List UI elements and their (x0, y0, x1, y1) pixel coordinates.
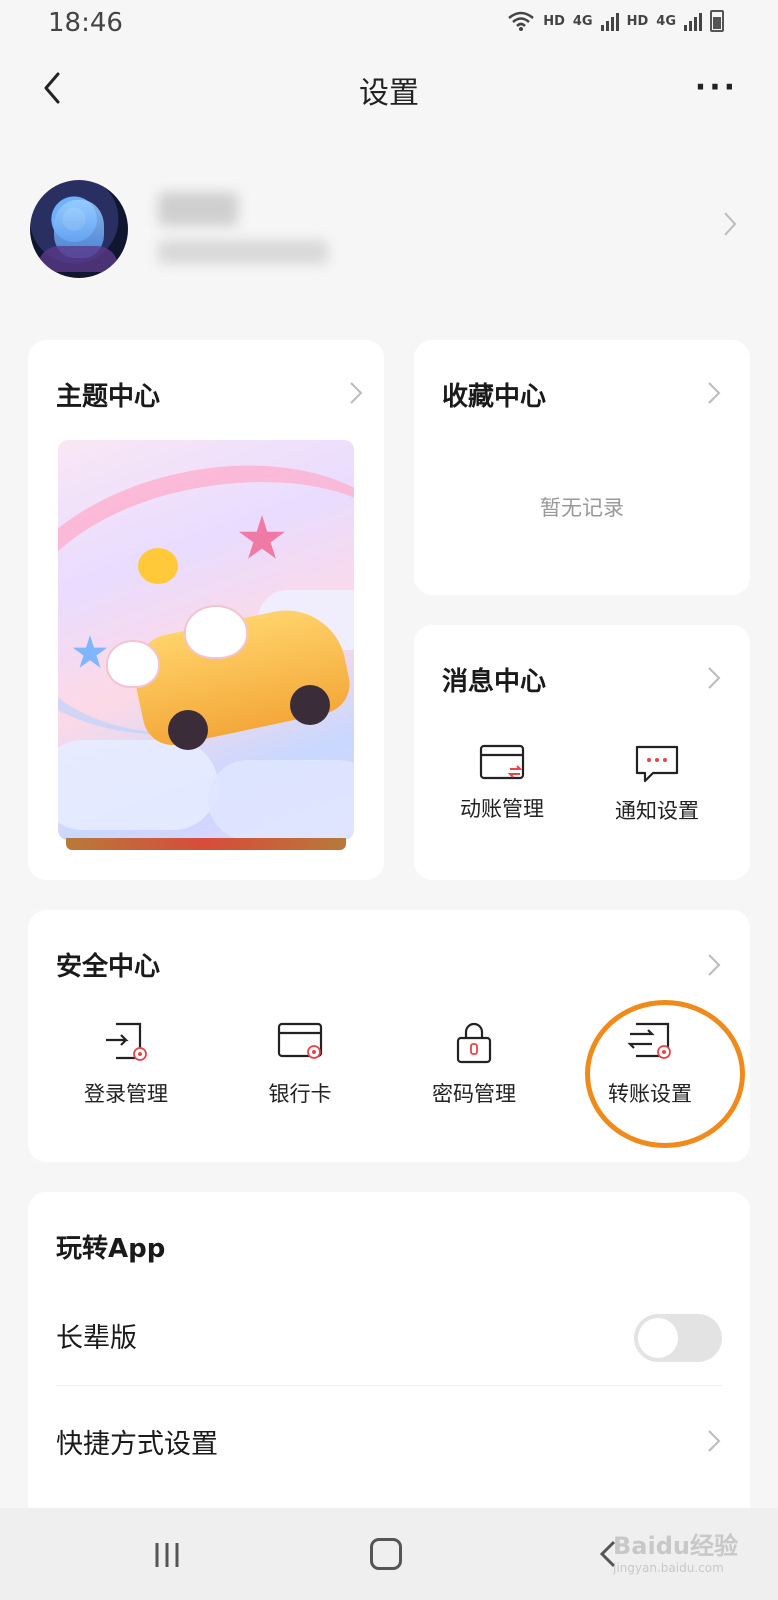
avatar[interactable] (30, 180, 128, 278)
play-app-title: 玩转App (56, 1234, 166, 1264)
elder-mode-toggle[interactable] (634, 1314, 722, 1362)
recent-apps-icon (155, 1543, 179, 1567)
signal-gen-1: 4G (572, 13, 593, 29)
chevron-right-icon[interactable] (706, 952, 722, 978)
login-icon (106, 1022, 147, 1061)
theme-preview-strip (66, 838, 346, 850)
watermark: Baidu经验 jingyan.baidu.com (613, 1526, 738, 1575)
play-app-card: 玩转App 长辈版 快捷方式设置 (28, 1192, 750, 1522)
chevron-right-icon (722, 210, 738, 242)
home-button[interactable] (370, 1538, 402, 1570)
message-center-title[interactable]: 消息中心 (442, 661, 546, 698)
status-icons: HD 4G HD 4G (507, 10, 724, 32)
bank-card-item[interactable]: 银行卡 (220, 1020, 380, 1108)
wifi-icon (508, 11, 535, 31)
lock-icon (456, 1022, 492, 1064)
header: 设置 ··· (0, 60, 778, 116)
page-title: 设置 (359, 76, 419, 111)
watermark-sub: jingyan.baidu.com (613, 1561, 724, 1575)
username-blurred (158, 192, 238, 226)
shortcut-settings-row[interactable]: 快捷方式设置 (56, 1388, 722, 1492)
favorites-center-title: 收藏中心 (442, 382, 547, 412)
battery-icon (710, 10, 724, 32)
theme-center-card[interactable]: 主题中心 (28, 340, 384, 880)
transaction-management-label: 动账管理 (460, 797, 544, 821)
transaction-management-item[interactable]: 动账管理 (442, 743, 562, 823)
status-time: 18:46 (48, 8, 123, 38)
shortcut-settings-label: 快捷方式设置 (56, 1429, 218, 1460)
bank-card-label: 银行卡 (268, 1082, 332, 1106)
message-center-card: 消息中心 动账管理 通知设置 (414, 625, 750, 880)
favorites-center-card[interactable]: 收藏中心 暂无记录 (414, 340, 750, 595)
notification-settings-label: 通知设置 (615, 799, 699, 823)
chevron-right-icon (706, 1428, 722, 1454)
more-button[interactable]: ··· (695, 70, 738, 105)
recent-apps-button[interactable] (152, 1540, 182, 1574)
security-center-title[interactable]: 安全中心 (56, 946, 160, 983)
password-management-item[interactable]: 密码管理 (394, 1020, 554, 1108)
signal-gen-2: 4G (656, 13, 676, 29)
bank-card-icon (277, 1022, 323, 1059)
chevron-right-icon (348, 380, 364, 406)
account-info-blurred (158, 240, 328, 264)
password-management-label: 密码管理 (432, 1082, 516, 1106)
login-management-item[interactable]: 登录管理 (46, 1020, 206, 1108)
theme-center-title: 主题中心 (56, 382, 161, 412)
signal-icon (600, 11, 619, 31)
chevron-right-icon[interactable] (706, 665, 722, 691)
transaction-card-icon (479, 744, 525, 780)
favorites-empty-text: 暂无记录 (540, 496, 624, 520)
elder-mode-label: 长辈版 (56, 1323, 137, 1354)
signal-icon (684, 11, 702, 31)
system-nav-bar: Baidu经验 jingyan.baidu.com (0, 1508, 778, 1600)
highlight-circle (585, 1000, 745, 1148)
elder-mode-row: 长辈版 (56, 1282, 722, 1386)
network-type-1: HD (543, 13, 565, 29)
login-management-label: 登录管理 (84, 1082, 168, 1106)
notification-settings-item[interactable]: 通知设置 (597, 743, 717, 825)
status-bar: 18:46 HD 4G HD 4G (0, 0, 778, 46)
profile-row[interactable] (28, 170, 750, 290)
chevron-right-icon (706, 380, 722, 406)
watermark-text: Baidu经验 (613, 1532, 738, 1560)
network-type-2: HD (626, 13, 649, 29)
toggle-knob (638, 1318, 678, 1358)
theme-preview-image[interactable] (58, 440, 354, 840)
message-bubble-icon (635, 745, 679, 783)
